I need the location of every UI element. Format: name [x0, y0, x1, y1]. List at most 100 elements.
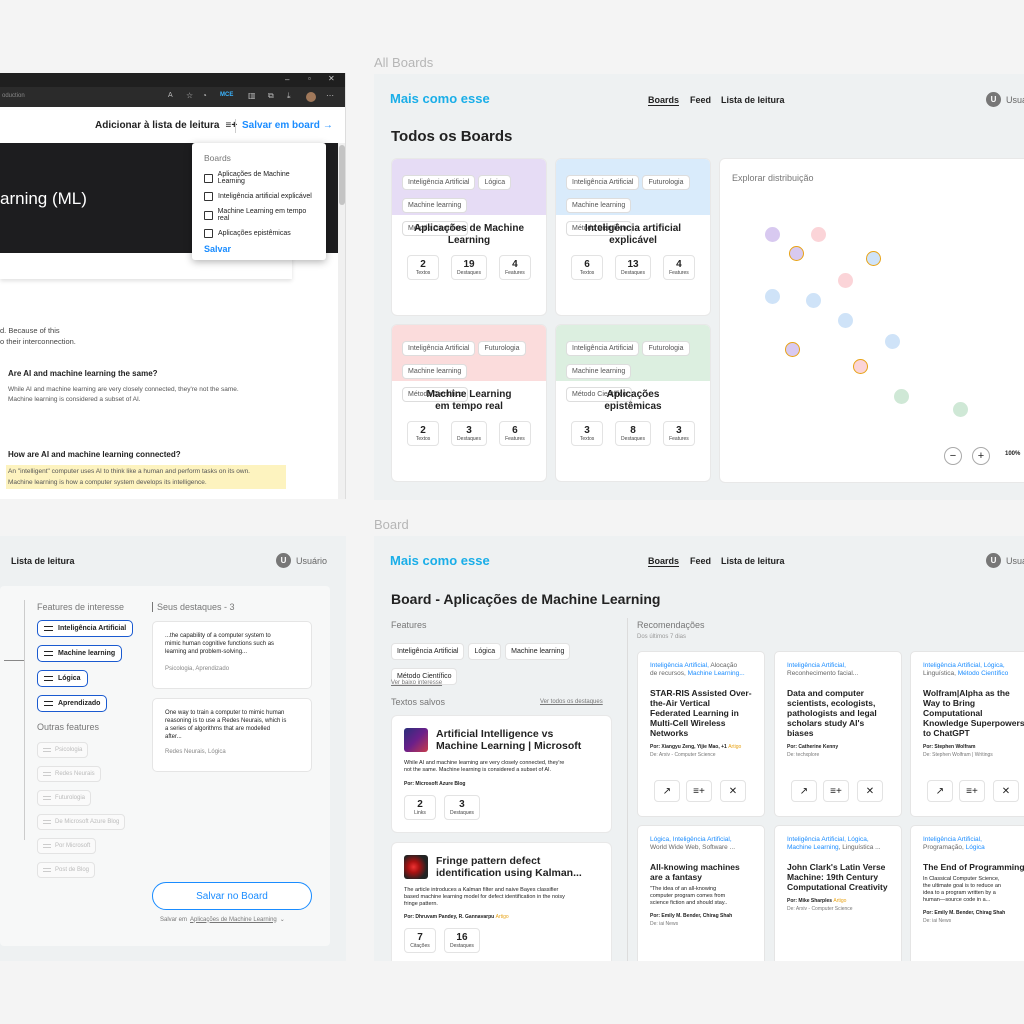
drag-handle-icon[interactable]	[43, 844, 51, 848]
distribution-dot[interactable]	[953, 402, 968, 417]
close-icon[interactable]: ✕	[993, 780, 1019, 802]
feature-chip[interactable]: Machine learning	[37, 645, 123, 662]
feature-chip[interactable]: Inteligência Artificial	[37, 620, 134, 637]
board-card[interactable]: Inteligência Artificial Futurologia Machin…	[555, 158, 711, 316]
board-card[interactable]: Inteligência Artificial Futurologia Machin…	[555, 324, 711, 482]
close-icon[interactable]: ✕	[857, 780, 883, 802]
nav-boards[interactable]: Boards	[648, 556, 680, 567]
drag-handle-icon[interactable]	[43, 796, 51, 800]
drag-handle-icon[interactable]	[43, 868, 51, 872]
distribution-dot[interactable]	[765, 227, 780, 242]
user-menu[interactable]: U Usuário	[276, 553, 327, 568]
download-icon[interactable]: ⤓	[287, 91, 291, 101]
checkbox[interactable]	[204, 173, 213, 183]
distribution-dot[interactable]	[789, 246, 804, 261]
saved-text-card[interactable]: Artificial Intelligence vs Machine Learn…	[391, 715, 612, 833]
split-icon[interactable]: ▥	[248, 91, 256, 100]
save-in-selector[interactable]: Salvar em Aplicações de Machine Learning…	[160, 916, 285, 924]
drag-handle-icon[interactable]	[44, 626, 53, 631]
menu-icon[interactable]: ⋯	[326, 91, 334, 100]
distribution-dot[interactable]	[866, 251, 881, 266]
scrollbar-thumb[interactable]	[339, 145, 345, 205]
drag-handle-icon[interactable]	[44, 701, 53, 706]
feature-chip[interactable]: Lógica	[37, 670, 88, 687]
minimize-icon[interactable]: –	[285, 75, 289, 84]
nav-reading-list[interactable]: Lista de leitura	[11, 556, 75, 566]
distribution-dot[interactable]	[853, 359, 868, 374]
other-feature-chip[interactable]: Futurologia	[37, 790, 92, 806]
distribution-dot[interactable]	[885, 334, 900, 349]
user-menu[interactable]: U Usuá	[986, 553, 1024, 568]
scrollbar[interactable]	[338, 143, 345, 499]
checkbox[interactable]	[204, 210, 213, 220]
distribution-dot[interactable]	[838, 313, 853, 328]
checkbox[interactable]	[204, 229, 213, 238]
save-to-board-button[interactable]: Salvar no Board	[152, 882, 312, 910]
maximize-icon[interactable]: ▫	[308, 74, 311, 83]
drag-handle-icon[interactable]	[43, 748, 51, 752]
other-feature-chip[interactable]: Redes Neurais	[37, 766, 101, 782]
highlighted-text[interactable]: An "intelligent" computer uses AI to thi…	[6, 465, 286, 489]
app-logo[interactable]: Mais como esse	[390, 91, 490, 106]
recommendation-card[interactable]: Inteligência Artificial, Lógica, Machine …	[774, 825, 902, 961]
board-card[interactable]: Inteligência Artificial Futurologia Machin…	[391, 324, 547, 482]
recommendation-card[interactable]: Inteligência Artificial, Reconhecimento f…	[774, 651, 902, 817]
distribution-dot[interactable]	[806, 293, 821, 308]
save-to-board-button[interactable]: Salvar em board →	[242, 120, 333, 131]
board-card[interactable]: Inteligência Artificial Lógica Machine lea…	[391, 158, 547, 316]
saved-text-card[interactable]: Fringe pattern defect identification usi…	[391, 842, 612, 961]
nav-feed[interactable]: Feed	[690, 556, 711, 566]
drag-handle-icon[interactable]	[44, 651, 53, 656]
playlist-add-icon[interactable]: ≡+	[686, 780, 712, 802]
extension-icon[interactable]: ◔	[202, 91, 207, 100]
external-link-icon[interactable]: ↗	[927, 780, 953, 802]
mce-extension-badge[interactable]: MCE	[220, 92, 233, 98]
nav-reading-list[interactable]: Lista de leitura	[721, 556, 785, 566]
reader-icon[interactable]: A	[168, 92, 173, 99]
external-link-icon[interactable]: ↗	[791, 780, 817, 802]
see-all-highlights-link[interactable]: Ver todos os destaques	[540, 699, 603, 705]
distribution-dot[interactable]	[811, 227, 826, 242]
distribution-scatter[interactable]	[720, 159, 1024, 482]
other-feature-chip[interactable]: Por Microsoft	[37, 838, 97, 854]
nav-boards[interactable]: Boards	[648, 95, 680, 106]
nav-feed[interactable]: Feed	[690, 95, 711, 105]
drag-handle-icon[interactable]	[44, 676, 53, 681]
address-text[interactable]: oduction	[2, 93, 25, 99]
recommendation-card[interactable]: Inteligência Artificial, Lógica, Linguíst…	[910, 651, 1024, 817]
playlist-add-icon[interactable]: ≡+	[823, 780, 849, 802]
checkbox[interactable]	[204, 192, 213, 201]
close-icon[interactable]: ✕	[328, 74, 335, 83]
other-feature-chip[interactable]: Post de Blog	[37, 862, 96, 878]
recommendation-card[interactable]: Lógica, Inteligência Artificial, World Wi…	[637, 825, 765, 961]
recommendation-card[interactable]: Inteligência Artificial, Programação, Lóg…	[910, 825, 1024, 961]
popover-save-button[interactable]: Salvar	[204, 244, 314, 254]
playlist-add-icon[interactable]: ≡+	[959, 780, 985, 802]
close-icon[interactable]: ✕	[720, 780, 746, 802]
profile-avatar[interactable]	[306, 92, 316, 102]
external-link-icon[interactable]: ↗	[654, 780, 680, 802]
low-interest-link[interactable]: Ver baixo interesse	[391, 680, 442, 686]
favorite-icon[interactable]: ☆	[186, 91, 193, 100]
collections-icon[interactable]: ⧉	[268, 91, 274, 101]
board-option[interactable]: Inteligência artificial explicável	[204, 192, 314, 201]
recommendation-card[interactable]: Inteligência Artificial, Alocação de recu…	[637, 651, 765, 817]
distribution-dot[interactable]	[894, 389, 909, 404]
zoom-out-icon[interactable]: −	[944, 447, 962, 465]
highlight-card[interactable]: ...the capability of a computer system t…	[152, 621, 312, 689]
add-to-reading-list-button[interactable]: Adicionar à lista de leitura ≡+	[95, 120, 237, 131]
nav-reading-list[interactable]: Lista de leitura	[721, 95, 785, 105]
other-feature-chip[interactable]: Psicologia	[37, 742, 89, 758]
distribution-dot[interactable]	[765, 289, 780, 304]
board-option[interactable]: Machine Learning em tempo real	[204, 208, 314, 222]
feature-chip[interactable]: Lógica	[468, 643, 502, 660]
drag-handle-icon[interactable]	[43, 772, 51, 776]
user-menu[interactable]: U Usuá	[986, 92, 1024, 107]
feature-chip[interactable]: Machine learning	[505, 643, 571, 660]
board-option[interactable]: Aplicações epistêmicas	[204, 229, 314, 238]
feature-chip[interactable]: Aprendizado	[37, 695, 108, 712]
zoom-in-icon[interactable]: +	[972, 447, 990, 465]
other-feature-chip[interactable]: De Microsoft Azure Blog	[37, 814, 126, 830]
board-option[interactable]: Aplicações de Machine Learning	[204, 171, 314, 185]
feature-chip[interactable]: Inteligência Artificial	[391, 643, 465, 660]
